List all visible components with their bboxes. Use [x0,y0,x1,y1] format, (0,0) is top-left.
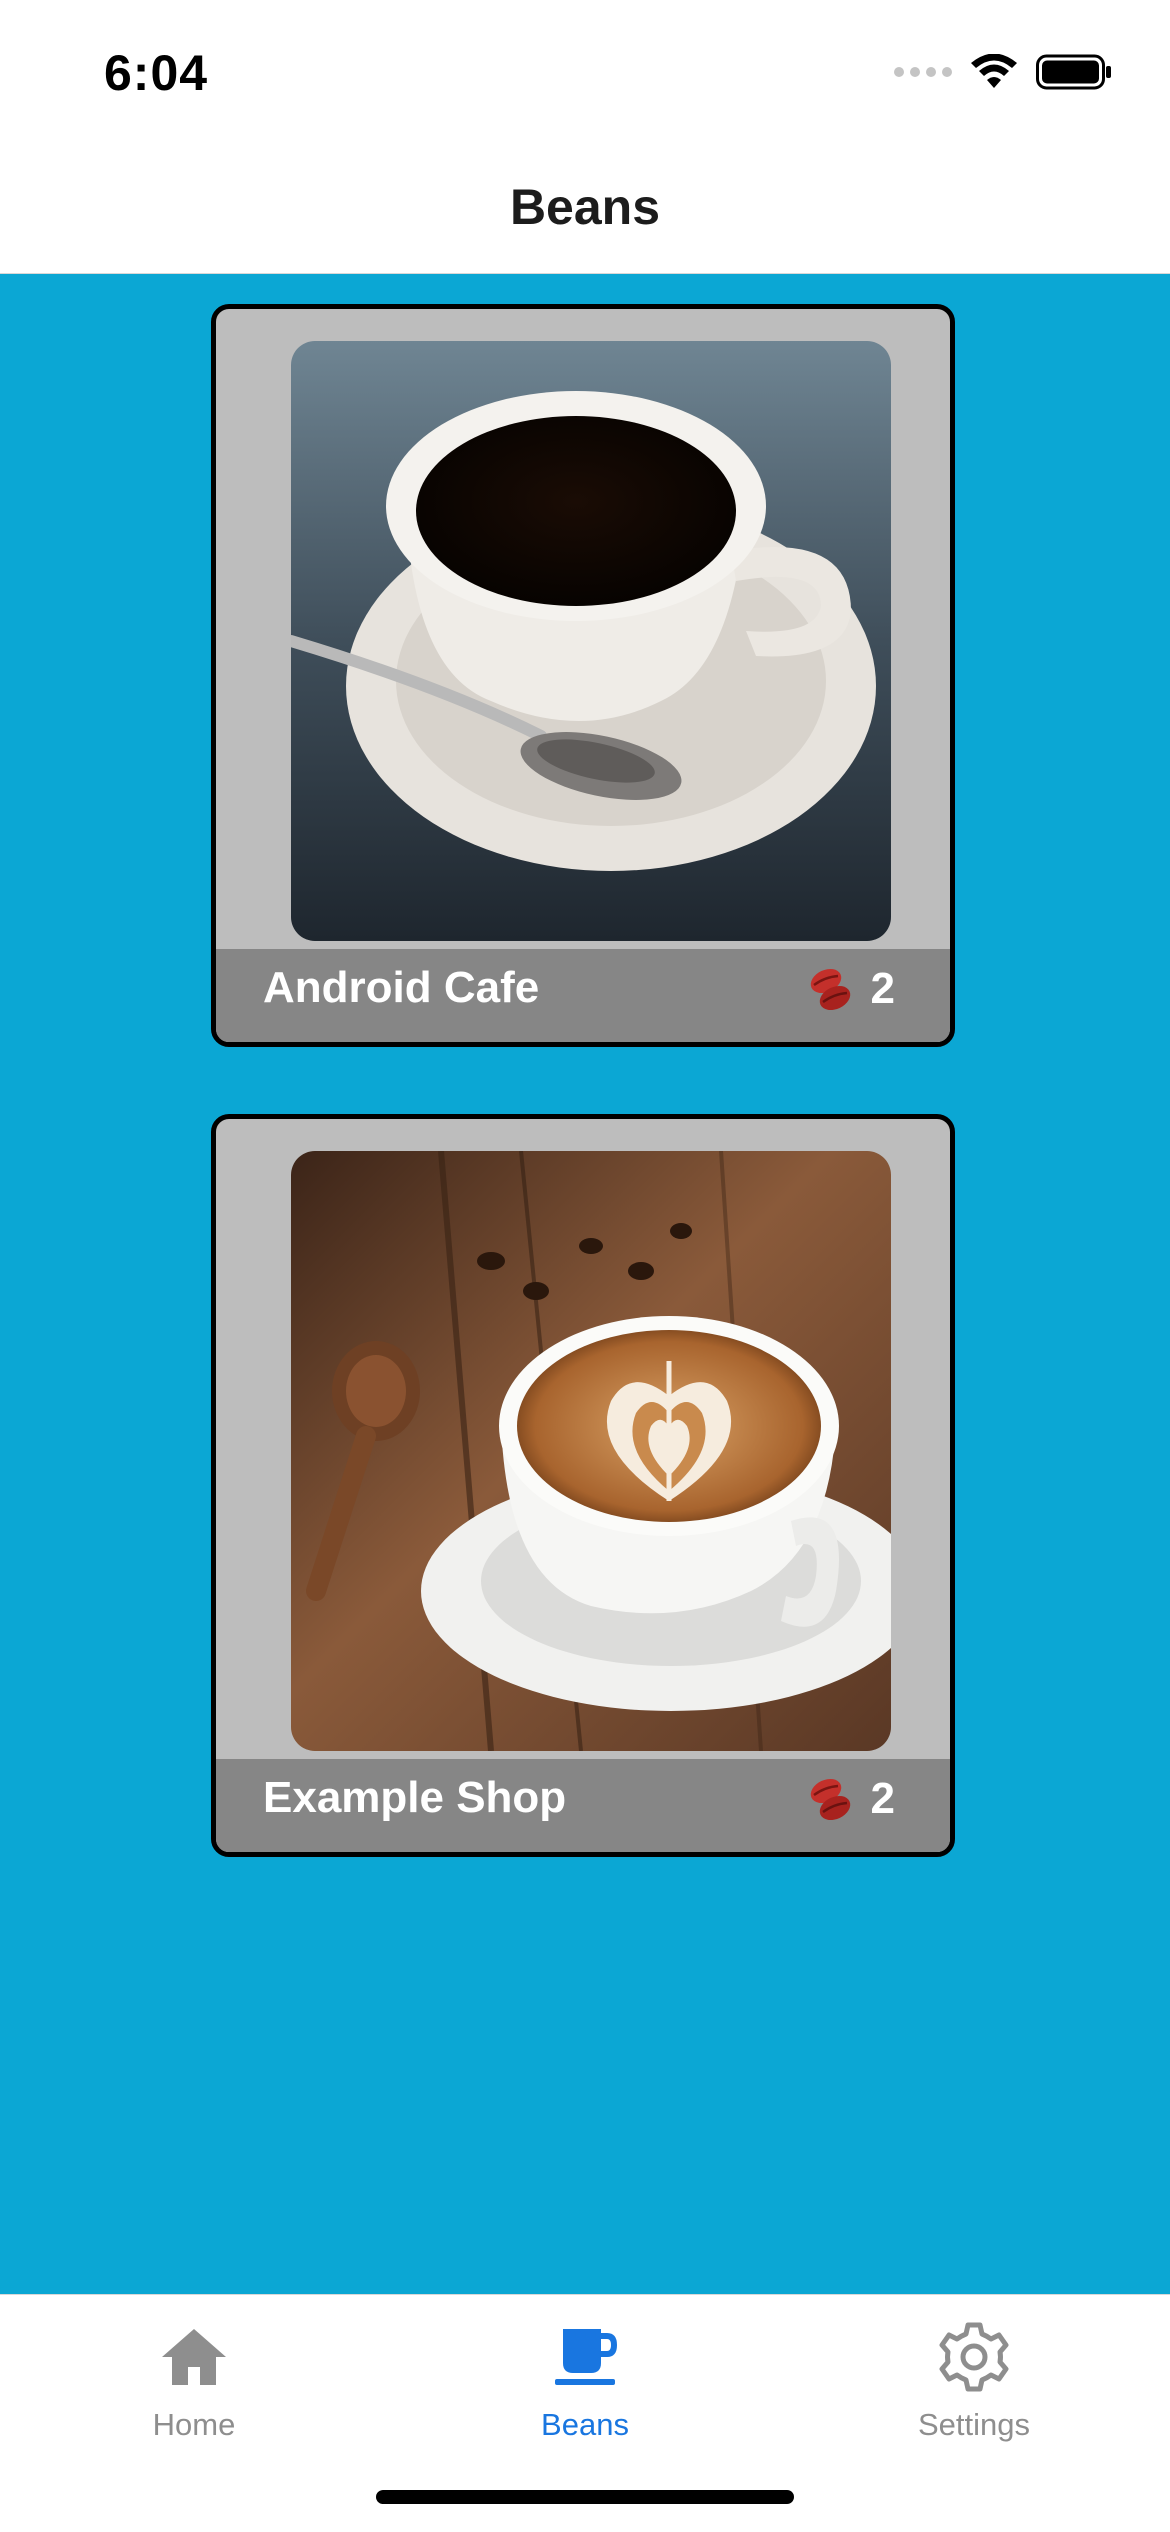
status-time: 6:04 [104,45,209,101]
shop-name: Example Shop [263,1773,567,1822]
screen: 6:04 Beans Android Cafe 2 Example Shop 2… [0,0,1170,2532]
status-bar: 6:04 [0,0,1170,150]
bean-icon [810,1778,850,1821]
shop-card[interactable]: Example Shop 2 [211,1114,955,1857]
shop-list[interactable]: Android Cafe 2 Example Shop 2 [0,274,1170,2294]
bean-rating: 2 [805,1773,895,1825]
wifi-icon [971,54,1017,88]
shop-card[interactable]: Android Cafe 2 [211,304,955,1047]
bean-rating: 2 [805,963,895,1015]
status-icons [894,52,1112,92]
page-title: Beans [509,179,661,235]
shop-card-footer: Android Cafe 2 [216,949,950,1042]
tab-beans[interactable]: Beans [435,2317,735,2467]
battery-icon [1036,54,1111,90]
tab-home[interactable]: Home [44,2317,344,2467]
shop-name: Android Cafe [263,963,540,1012]
tab-label: Settings [917,2407,1030,2442]
shop-card-footer: Example Shop 2 [216,1759,950,1852]
cellular-signal-icon [894,67,952,77]
bean-icon [810,968,850,1011]
home-icon [162,2329,226,2385]
gear-icon [939,2322,1009,2392]
bean-count: 2 [870,1774,895,1823]
tab-label: Beans [541,2407,629,2442]
tab-label: Home [152,2407,236,2442]
tab-settings[interactable]: Settings [824,2317,1124,2467]
bean-count: 2 [870,964,895,1013]
shop-photo [291,341,891,941]
nav-header: Beans [0,150,1170,274]
coffee-cup-icon [555,2329,617,2385]
shop-photo [291,1151,891,1751]
home-indicator [376,2490,794,2504]
